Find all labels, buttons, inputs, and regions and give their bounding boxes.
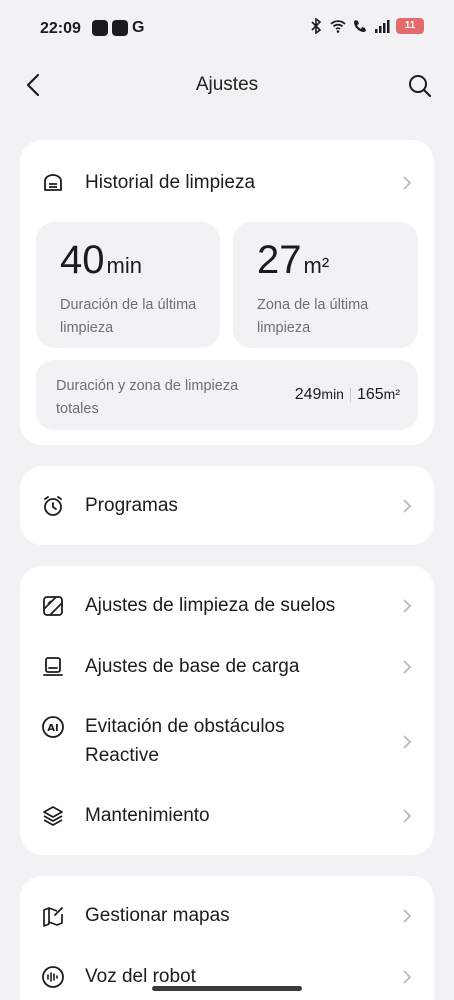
map-edit-icon (40, 903, 66, 929)
status-time: 22:09 (40, 20, 81, 37)
charging-base-settings-label: Ajustes de base de carga (85, 656, 300, 677)
history-icon (40, 170, 66, 196)
maps-card: Gestionar mapas Voz del robot (20, 876, 434, 1000)
layers-icon (40, 803, 66, 829)
chevron-right-icon (403, 499, 412, 513)
last-area-value: 27m² (257, 238, 330, 282)
obstacle-avoidance-row[interactable]: AI Evitación de obstáculos Reactive (20, 712, 434, 772)
schedules-label: Programas (85, 495, 178, 516)
schedule-card: Programas (20, 466, 434, 545)
total-duration: 249min (294, 386, 344, 403)
call-icon (354, 20, 366, 32)
cleaning-history-card: Historial de limpieza 40min Duración de … (20, 140, 434, 445)
chevron-right-icon (403, 660, 412, 674)
header: Ajustes (0, 60, 454, 112)
maintenance-label: Mantenimiento (85, 805, 210, 826)
chevron-right-icon (403, 176, 412, 190)
voice-icon (40, 964, 66, 990)
search-icon (409, 75, 432, 98)
chevron-right-icon (403, 909, 412, 923)
home-indicator[interactable] (152, 986, 302, 991)
svg-text:AI: AI (47, 723, 58, 734)
charging-base-icon (40, 654, 66, 680)
divider (349, 388, 351, 402)
last-duration-box: 40min Duración de la última limpieza (36, 222, 220, 348)
cleaning-history-row[interactable]: Historial de limpieza (20, 168, 434, 198)
system-icons: 11 (308, 18, 424, 34)
alarm-clock-icon (40, 493, 66, 519)
signal-icon (375, 20, 390, 33)
search-button[interactable] (404, 70, 436, 102)
notification-icons: G (92, 20, 144, 36)
last-duration-value: 40min (60, 238, 142, 282)
totals-values: 249min 165m² (295, 386, 400, 404)
wifi-icon (330, 20, 346, 33)
chevron-right-icon (403, 599, 412, 613)
manage-maps-row[interactable]: Gestionar mapas (20, 901, 434, 931)
floor-cleaning-settings-row[interactable]: Ajustes de limpieza de suelos (20, 591, 434, 621)
bluetooth-icon (311, 18, 322, 34)
last-area-label: Zona de la última limpieza (257, 297, 369, 336)
status-bar: 22:09 G 11 (0, 0, 454, 60)
settings-card: Ajustes de limpieza de suelos Ajustes de… (20, 566, 434, 855)
manage-maps-label: Gestionar mapas (85, 905, 230, 926)
notification-g-icon: G (132, 19, 145, 36)
notification-app-icon (112, 20, 128, 36)
page-title: Ajustes (195, 74, 259, 95)
chevron-right-icon (403, 970, 412, 984)
schedules-row[interactable]: Programas (20, 491, 434, 521)
battery-indicator: 11 (396, 18, 424, 34)
last-area-box: 27m² Zona de la última limpieza (233, 222, 418, 348)
cleaning-history-label: Historial de limpieza (85, 172, 256, 193)
chevron-right-icon (403, 809, 412, 823)
notification-app-icon (92, 20, 108, 36)
maintenance-row[interactable]: Mantenimiento (20, 801, 434, 831)
floor-cleaning-settings-label: Ajustes de limpieza de suelos (85, 595, 336, 616)
totals-label: Duración y zona de limpieza totales (56, 378, 239, 417)
total-area: 165m² (356, 386, 400, 403)
charging-base-settings-row[interactable]: Ajustes de base de carga (20, 652, 434, 682)
totals-box: Duración y zona de limpieza totales 249m… (36, 360, 418, 430)
chevron-right-icon (403, 735, 412, 749)
last-duration-label: Duración de la última limpieza (60, 297, 197, 336)
obstacle-avoidance-label: Evitación de obstáculos Reactive (85, 716, 285, 766)
ai-icon: AI (40, 714, 66, 740)
floor-cleaning-icon (40, 593, 66, 619)
